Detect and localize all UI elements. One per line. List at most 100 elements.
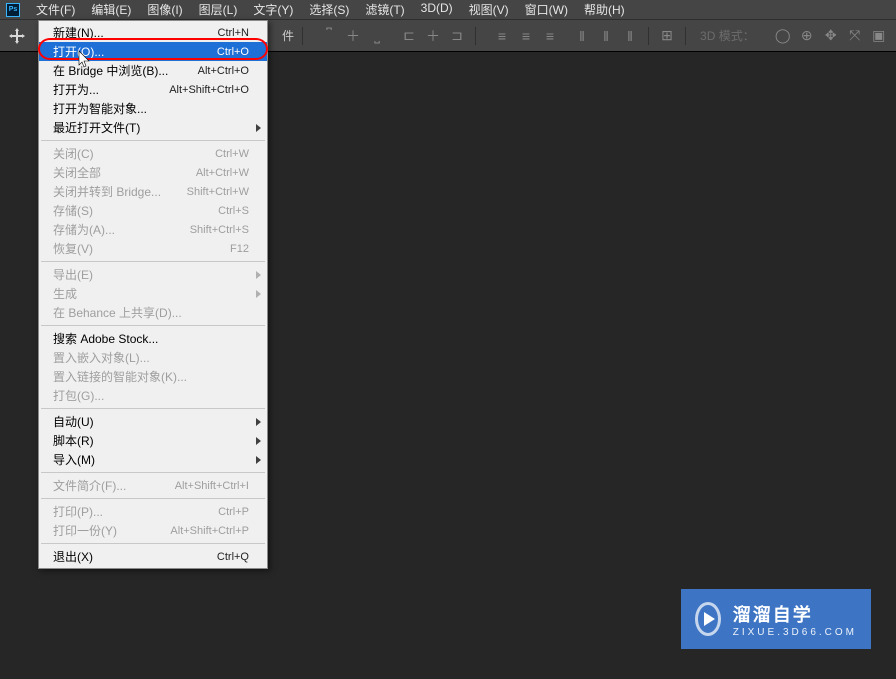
menu-entry-label: 打印(P)... [53, 503, 103, 520]
menu-entry[interactable]: 打开为...Alt+Shift+Ctrl+O [39, 80, 267, 99]
opt-separator [302, 27, 303, 45]
app-logo: Ps [6, 3, 20, 17]
menu-entry[interactable]: 新建(N)...Ctrl+N [39, 23, 267, 42]
menu-item-9[interactable]: 窗口(W) [517, 0, 576, 20]
menu-item-3[interactable]: 图层(L) [191, 0, 246, 20]
menu-entry-label: 脚本(R) [53, 432, 94, 449]
menu-entry: 置入链接的智能对象(K)... [39, 367, 267, 386]
menu-item-5[interactable]: 选择(S) [301, 0, 357, 20]
menu-shortcut: Ctrl+O [217, 46, 249, 58]
watermark: 溜溜自学 ZIXUE.3D66.COM [681, 589, 871, 649]
dist-left-icon: ‖ [572, 26, 592, 46]
mode3d-icons: ◯ ⊕ ✥ ⤧ ▣ [773, 26, 889, 46]
menu-entry-label: 置入链接的智能对象(K)... [53, 368, 187, 385]
menu-entry-label: 打开为智能对象... [53, 100, 147, 117]
distribute-group-2: ‖ ‖ ‖ [572, 26, 640, 46]
menu-item-6[interactable]: 滤镜(T) [357, 0, 412, 20]
dist-bottom-icon: ≡ [540, 26, 560, 46]
mode-3d-label: 3D 模式： [700, 27, 755, 44]
scale-3d-icon: ⤧ [845, 26, 865, 46]
options-fragment: 件 [282, 27, 294, 44]
align-group-2: ⊏ ＋ ⊐ [399, 26, 467, 46]
align-left-icon: ⊏ [399, 26, 419, 46]
menu-entry: 关闭全部 Alt+Ctrl+W [39, 163, 267, 182]
move-3d-icon: ✥ [821, 26, 841, 46]
menu-separator [41, 325, 265, 326]
chevron-right-icon [256, 437, 261, 445]
menu-entry: 存储为(A)...Shift+Ctrl+S [39, 220, 267, 239]
menu-entry-label: 退出(X) [53, 548, 93, 565]
menu-entry-label: 导入(M) [53, 451, 95, 468]
menu-separator [41, 498, 265, 499]
camera-icon: ▣ [869, 26, 889, 46]
menu-item-2[interactable]: 图像(I) [139, 0, 190, 20]
menu-entry-label: 新建(N)... [53, 24, 104, 41]
menu-entry-label: 最近打开文件(T) [53, 119, 140, 136]
menu-entry-label: 生成 [53, 285, 77, 302]
menu-separator [41, 140, 265, 141]
menu-entry: 打印一份(Y) Alt+Shift+Ctrl+P [39, 521, 267, 540]
menu-entry-label: 打包(G)... [53, 387, 104, 404]
auto-align-icon: ⊞ [657, 26, 677, 46]
menu-entry[interactable]: 打开(O)... Ctrl+O [39, 42, 267, 61]
menu-entry[interactable]: 打开为智能对象... [39, 99, 267, 118]
menu-entry-label: 置入嵌入对象(L)... [53, 349, 150, 366]
menu-shortcut: Alt+Ctrl+W [196, 167, 249, 179]
menu-entry[interactable]: 最近打开文件(T) [39, 118, 267, 137]
dist-vcenter-icon: ≡ [516, 26, 536, 46]
menu-separator [41, 472, 265, 473]
menu-entry-label: 在 Behance 上共享(D)... [53, 304, 182, 321]
menu-entry[interactable]: 脚本(R) [39, 431, 267, 450]
watermark-url: ZIXUE.3D66.COM [733, 627, 857, 638]
menu-item-1[interactable]: 编辑(E) [83, 0, 139, 20]
move-tool-icon[interactable] [6, 25, 28, 47]
pan-icon: ⊕ [797, 26, 817, 46]
menu-entry-label: 存储(S) [53, 202, 93, 219]
menu-entry[interactable]: 在 Bridge 中浏览(B)...Alt+Ctrl+O [39, 61, 267, 80]
menu-entry: 导出(E) [39, 265, 267, 284]
menu-entry: 打包(G)... [39, 386, 267, 405]
align-hcenter-icon: ＋ [423, 26, 443, 46]
align-top-icon: ⎴ [319, 26, 339, 46]
opt-separator [475, 27, 476, 45]
menu-shortcut: F12 [230, 243, 249, 255]
menu-item-4[interactable]: 文字(Y) [245, 0, 301, 20]
align-group: ⎴ ＋ ⎵ [319, 26, 387, 46]
menu-entry-label: 打开(O)... [53, 43, 104, 60]
menu-separator [41, 261, 265, 262]
menu-shortcut: Ctrl+Q [217, 551, 249, 563]
menu-entry[interactable]: 自动(U) [39, 412, 267, 431]
menu-shortcut: Shift+Ctrl+W [187, 186, 249, 198]
menu-item-0[interactable]: 文件(F) [28, 0, 83, 20]
menu-item-7[interactable]: 3D(D) [413, 0, 461, 20]
distribute-group: ≡ ≡ ≡ [492, 26, 560, 46]
menu-item-10[interactable]: 帮助(H) [576, 0, 633, 20]
menu-entry: 在 Behance 上共享(D)... [39, 303, 267, 322]
menu-entry: 恢复(V)F12 [39, 239, 267, 258]
menu-separator [41, 543, 265, 544]
chevron-right-icon [256, 290, 261, 298]
orbit-icon: ◯ [773, 26, 793, 46]
menu-shortcut: Alt+Shift+Ctrl+O [169, 84, 249, 96]
menu-entry[interactable]: 导入(M) [39, 450, 267, 469]
menu-entry-label: 搜索 Adobe Stock... [53, 330, 158, 347]
menu-entry-label: 关闭(C) [53, 145, 94, 162]
menu-entry[interactable]: 退出(X) Ctrl+Q [39, 547, 267, 566]
menu-shortcut: Alt+Ctrl+O [198, 65, 249, 77]
align-vcenter-icon: ＋ [343, 26, 363, 46]
play-icon [695, 602, 721, 636]
menu-entry-label: 导出(E) [53, 266, 93, 283]
menu-entry: 置入嵌入对象(L)... [39, 348, 267, 367]
menu-entry: 存储(S)Ctrl+S [39, 201, 267, 220]
dist-hcenter-icon: ‖ [596, 26, 616, 46]
menubar: Ps 文件(F)编辑(E)图像(I)图层(L)文字(Y)选择(S)滤镜(T)3D… [0, 0, 896, 20]
menu-entry-label: 关闭全部 [53, 164, 101, 181]
chevron-right-icon [256, 271, 261, 279]
menu-entry: 关闭并转到 Bridge...Shift+Ctrl+W [39, 182, 267, 201]
menu-shortcut: Alt+Shift+Ctrl+I [175, 480, 249, 492]
menu-entry-label: 打印一份(Y) [53, 522, 117, 539]
menu-item-8[interactable]: 视图(V) [461, 0, 517, 20]
menu-entry[interactable]: 搜索 Adobe Stock... [39, 329, 267, 348]
menu-shortcut: Alt+Shift+Ctrl+P [170, 525, 249, 537]
watermark-title: 溜溜自学 [733, 601, 857, 627]
